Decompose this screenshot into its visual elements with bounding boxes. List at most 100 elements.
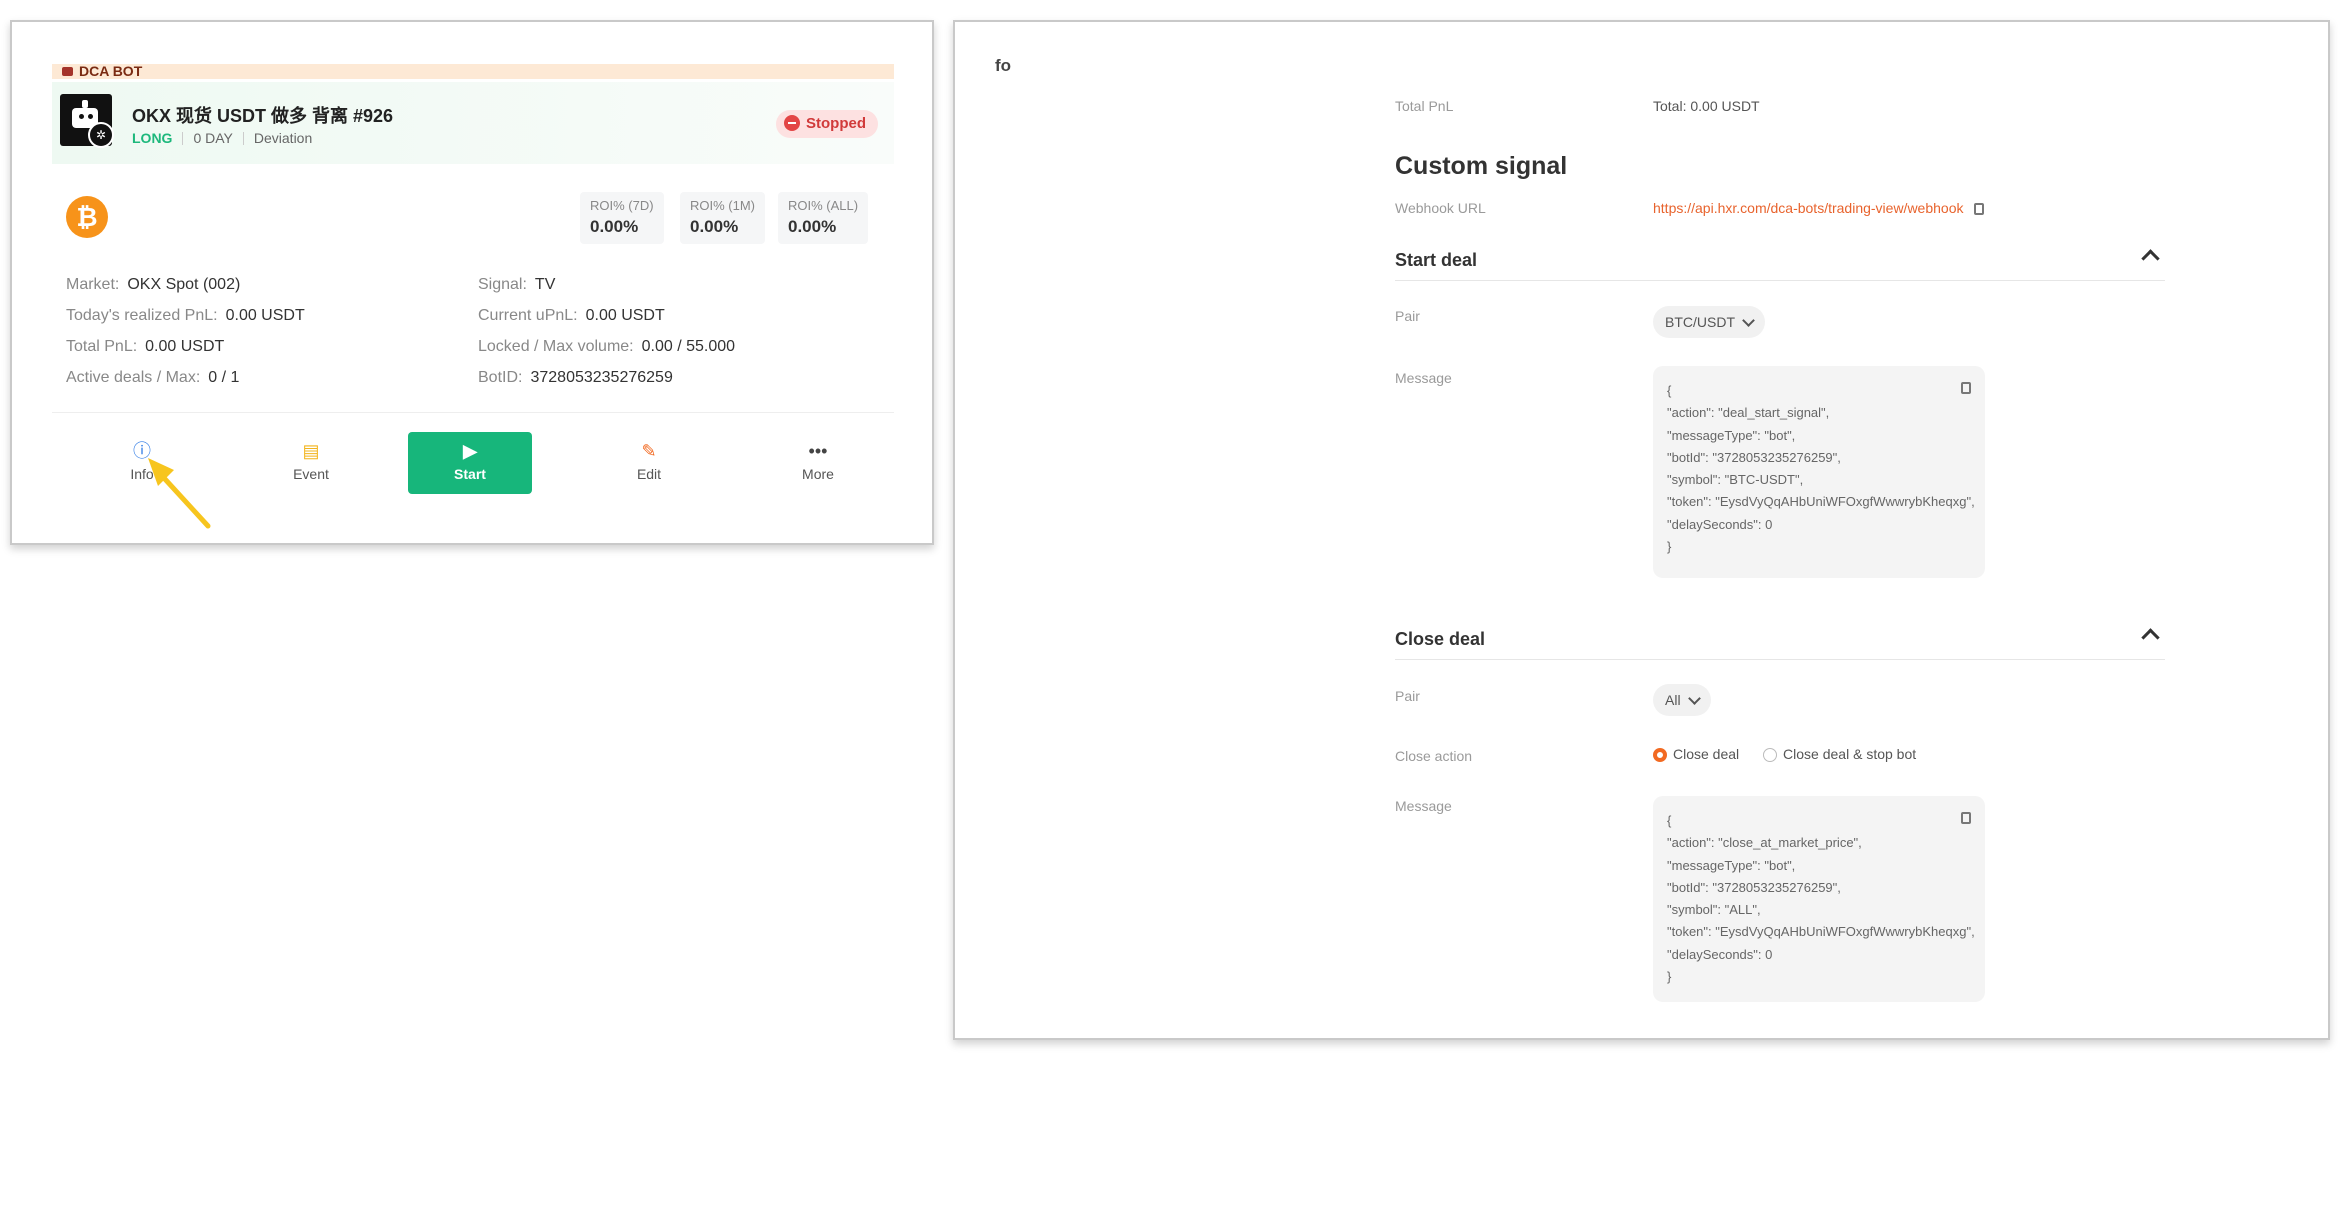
start-deal-title: Start deal: [1395, 250, 1478, 270]
start-message-label: Message: [1395, 370, 1452, 386]
bot-tags: LONG 0 DAY Deviation: [132, 130, 312, 146]
more-dots-icon: •••: [808, 441, 828, 461]
message-line: "token": "EysdVyQqAHbUniWFOxgfWwwrybKheq…: [1667, 924, 1975, 940]
chevron-up-icon[interactable]: [2141, 249, 2160, 268]
radio-label: Close deal: [1673, 746, 1740, 762]
close-message-label: Message: [1395, 798, 1452, 814]
message-line: "action": "close_at_market_price",: [1667, 835, 1862, 851]
info-value: 0.00 USDT: [585, 307, 665, 324]
message-line: {: [1667, 813, 1672, 828]
pointer-arrow-icon: [148, 458, 211, 529]
robot-antenna-icon: [82, 100, 88, 108]
info-key: Market:: [66, 276, 120, 293]
roi-label: ROI% (1M): [690, 198, 755, 213]
info-value: 3728053235276259: [530, 369, 673, 386]
roi-value: 0.00%: [690, 217, 739, 236]
copy-icon[interactable]: [1973, 203, 1984, 215]
event-button[interactable]: ▤ Event: [261, 440, 361, 482]
start-message-box[interactable]: { "action": "deal_start_signal", "messag…: [1653, 366, 1985, 578]
document-icon: ▤: [302, 441, 320, 461]
webhook-row: https://api.hxr.com/dca-bots/trading-vie…: [1653, 200, 1984, 216]
more-button[interactable]: ••• More: [768, 440, 868, 482]
edit-button-label: Edit: [636, 466, 662, 482]
close-pair-label: Pair: [1395, 688, 1420, 704]
info-value: 0.00 USDT: [145, 338, 225, 355]
radio-label: Close deal & stop bot: [1783, 746, 1917, 762]
exchange-badge-icon: ✲: [88, 122, 114, 148]
message-line: "delaySeconds": 0: [1667, 946, 1773, 962]
info-key: Today's realized PnL:: [66, 307, 218, 324]
info-key: Active deals / Max:: [66, 369, 201, 386]
close-action-radio-group: Close deal Close deal & stop bot: [1653, 746, 1936, 762]
dca-bot-text: DCA BOT: [79, 63, 143, 79]
close-deal-radio[interactable]: Close deal: [1653, 746, 1739, 762]
edit-button[interactable]: ✎ Edit: [599, 440, 699, 482]
message-line: {: [1667, 383, 1672, 398]
start-button-label: Start: [454, 466, 486, 482]
message-line: "botId": "3728053235276259",: [1667, 449, 1841, 465]
radio-unselected-icon: [1763, 748, 1778, 762]
bot-name: OKX 现货 USDT 做多 背离 #926: [132, 106, 394, 126]
webhook-url-link[interactable]: https://api.hxr.com/dca-bots/trading-vie…: [1653, 200, 1964, 216]
bot-avatar: ✲: [60, 94, 114, 148]
start-pair-select[interactable]: BTC/USDT: [1653, 306, 1765, 338]
close-deal-header[interactable]: Close deal: [1395, 623, 2165, 660]
close-pair-select[interactable]: All: [1653, 684, 1711, 716]
more-button-label: More: [802, 466, 834, 482]
info-key: Locked / Max volume:: [478, 338, 634, 355]
message-line: }: [1667, 539, 1672, 555]
info-upnl: Current uPnL: 0.00 USDT: [478, 307, 665, 325]
roi-value: 0.00%: [788, 217, 837, 236]
panel-heading: fo: [995, 56, 1012, 75]
pencil-icon: ✎: [641, 441, 657, 461]
info-value: 0.00 USDT: [225, 307, 305, 324]
webhook-label: Webhook URL: [1395, 200, 1486, 216]
radio-selected-icon: [1653, 748, 1667, 762]
close-deal-title: Close deal: [1395, 629, 1486, 649]
info-value: OKX Spot (002): [127, 276, 241, 293]
status-badge: Stopped: [776, 110, 878, 138]
roi-all: ROI% (ALL) 0.00%: [778, 192, 869, 244]
chevron-up-icon[interactable]: [2141, 628, 2160, 647]
roi-value: 0.00%: [590, 217, 639, 236]
event-button-label: Event: [293, 466, 329, 482]
tag-divider: [182, 132, 184, 145]
bot-type-icon: [62, 67, 73, 76]
play-icon: ▶: [463, 441, 477, 461]
info-locked-volume: Locked / Max volume: 0.00 / 55.000: [478, 338, 735, 356]
start-deal-header[interactable]: Start deal: [1395, 244, 2165, 281]
copy-icon[interactable]: [1961, 812, 1971, 824]
info-bot-id: BotID: 3728053235276259: [478, 369, 673, 387]
dca-bot-label: DCA BOT: [52, 64, 894, 79]
message-line: "botId": "3728053235276259",: [1667, 879, 1841, 895]
copy-icon[interactable]: [1961, 382, 1971, 394]
start-button[interactable]: ▶ Start: [408, 432, 532, 494]
message-line: "messageType": "bot",: [1667, 427, 1796, 443]
info-value: 0.00 / 55.000: [641, 338, 736, 355]
info-active-deals: Active deals / Max: 0 / 1: [66, 369, 239, 387]
runtime-tag: 0 DAY: [193, 130, 233, 146]
message-line: "token": "EysdVyQqAHbUniWFOxgfWwwrybKheq…: [1667, 494, 1975, 510]
info-market: Market: OKX Spot (002): [66, 276, 240, 294]
direction-tag: LONG: [132, 130, 173, 146]
info-signal: Signal: TV: [478, 276, 555, 294]
info-key: Signal:: [478, 276, 527, 293]
start-pair-label: Pair: [1395, 308, 1420, 324]
roi-label: ROI% (ALL): [788, 198, 859, 213]
info-value: TV: [534, 276, 556, 293]
bot-header[interactable]: ✲ OKX 现货 USDT 做多 背离 #926 LONG 0 DAY Deviat…: [52, 82, 894, 164]
message-line: "symbol": "BTC-USDT",: [1667, 472, 1804, 488]
close-message-box[interactable]: { "action": "close_at_market_price", "me…: [1653, 796, 1985, 1002]
info-key: Current uPnL:: [478, 307, 578, 324]
robot-eye-icon: [79, 114, 84, 119]
message-line: "symbol": "ALL",: [1667, 902, 1761, 918]
info-total-pnl: Total PnL: 0.00 USDT: [66, 338, 224, 356]
total-pnl-value: Total: 0.00 USDT: [1653, 98, 1760, 114]
roi-7d: ROI% (7D) 0.00%: [580, 192, 664, 244]
info-today-pnl: Today's realized PnL: 0.00 USDT: [66, 307, 305, 325]
strategy-tag: Deviation: [253, 130, 313, 146]
close-deal-stop-bot-radio[interactable]: Close deal & stop bot: [1763, 746, 1916, 762]
message-line: "messageType": "bot",: [1667, 857, 1796, 873]
bot-info-panel: fo Total PnL Total: 0.00 USDT Custom sig…: [953, 20, 2330, 1040]
status-text: Stopped: [806, 115, 866, 132]
